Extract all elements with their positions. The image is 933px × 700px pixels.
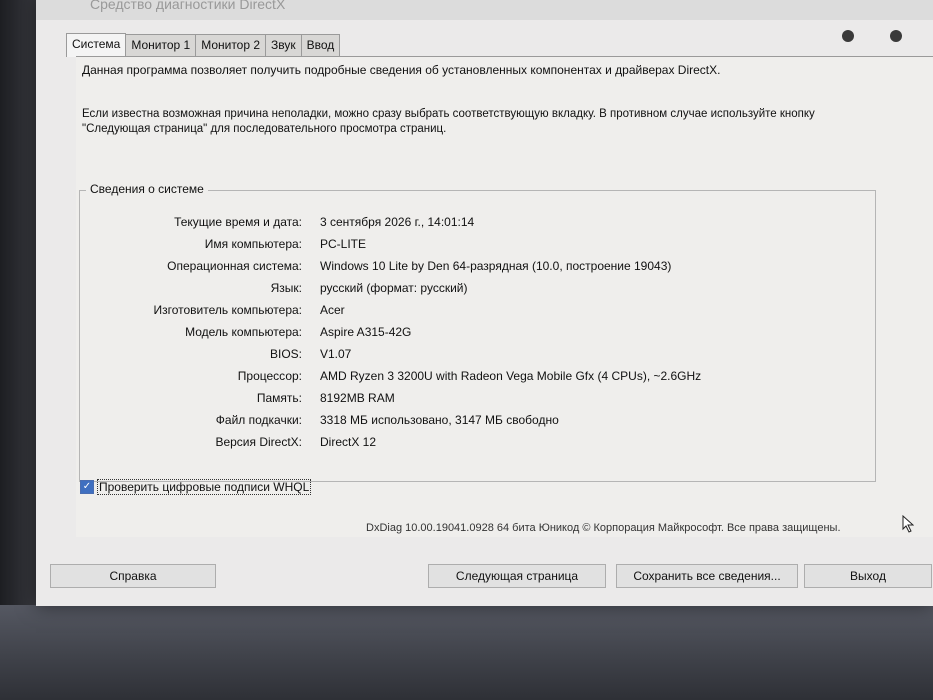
minimize-icon[interactable] — [842, 30, 854, 42]
mouse-cursor-icon — [902, 515, 914, 533]
close-icon[interactable] — [890, 30, 902, 42]
copyright-footer: DxDiag 10.00.19041.0928 64 бита Юникод ©… — [366, 522, 841, 534]
tab-system[interactable]: Система — [66, 33, 127, 57]
intro-hint-text: Если известна возможная причина неполадк… — [82, 108, 815, 135]
info-value: 3 сентября 2026 г., 14:01:14 — [320, 215, 475, 229]
whql-checkbox-row[interactable]: ✓ Проверить цифровые подписи WHQL — [80, 479, 312, 495]
tab-monitor-2[interactable]: Монитор 2 — [195, 34, 267, 56]
tab-sound[interactable]: Звук — [265, 34, 302, 56]
info-row-model: Модель компьютера: Aspire A315-42G — [80, 325, 860, 343]
title-bar: Средство диагностики DirectX — [36, 0, 933, 20]
info-label: Модель компьютера: — [185, 325, 302, 339]
save-all-button[interactable]: Сохранить все сведения... — [616, 564, 798, 588]
info-value: Acer — [320, 303, 345, 317]
whql-checkbox-label[interactable]: Проверить цифровые подписи WHQL — [97, 479, 312, 495]
info-row-datetime: Текущие время и дата: 3 сентября 2026 г.… — [80, 215, 860, 233]
info-row-computer-name: Имя компьютера: PC-LITE — [80, 237, 860, 255]
info-value: Windows 10 Lite by Den 64-разрядная (10.… — [320, 259, 672, 273]
info-value: DirectX 12 — [320, 435, 377, 449]
tab-bar: Система Монитор 1 Монитор 2 Звук Ввод — [66, 30, 341, 57]
info-row-bios: BIOS: V1.07 — [80, 347, 860, 365]
screen-bezel — [0, 605, 933, 700]
info-label: Процессор: — [237, 369, 302, 383]
info-value: 3318 МБ использовано, 3147 МБ свободно — [320, 413, 559, 427]
info-label: Текущие время и дата: — [174, 215, 302, 229]
dxdiag-window: Средство диагностики DirectX Система Мон… — [36, 0, 933, 606]
info-label: Имя компьютера: — [204, 237, 302, 251]
whql-checkbox[interactable]: ✓ — [80, 480, 94, 494]
info-row-page-file: Файл подкачки: 3318 МБ использовано, 314… — [80, 413, 860, 431]
desk-background — [0, 0, 40, 700]
exit-button[interactable]: Выход — [804, 564, 932, 588]
info-row-os: Операционная система: Windows 10 Lite by… — [80, 259, 860, 277]
info-label: Файл подкачки: — [215, 413, 302, 427]
info-row-directx-version: Версия DirectX: DirectX 12 — [80, 435, 860, 453]
system-tab-panel: Данная программа позволяет получить подр… — [76, 56, 933, 537]
info-label: BIOS: — [269, 347, 302, 361]
intro-text: Данная программа позволяет получить подр… — [82, 63, 721, 77]
info-row-language: Язык: русский (формат: русский) — [80, 281, 860, 299]
info-value: 8192MB RAM — [320, 391, 395, 405]
info-row-manufacturer: Изготовитель компьютера: Acer — [80, 303, 860, 321]
info-row-memory: Память: 8192MB RAM — [80, 391, 860, 409]
tab-input[interactable]: Ввод — [300, 34, 341, 56]
info-value: Aspire A315-42G — [320, 325, 412, 339]
info-value: AMD Ryzen 3 3200U with Radeon Vega Mobil… — [320, 369, 702, 383]
system-info-title: Сведения о системе — [86, 182, 208, 196]
window-title: Средство диагностики DirectX — [90, 0, 286, 12]
system-info-group: Сведения о системе Текущие время и дата:… — [79, 182, 876, 482]
info-label: Память: — [256, 391, 302, 405]
info-value: PC-LITE — [320, 237, 367, 251]
next-page-button[interactable]: Следующая страница — [428, 564, 606, 588]
info-label: Операционная система: — [167, 259, 302, 273]
help-button[interactable]: Справка — [50, 564, 216, 588]
info-label: Изготовитель компьютера: — [153, 303, 303, 317]
tab-monitor-1[interactable]: Монитор 1 — [125, 34, 197, 56]
info-value: V1.07 — [320, 347, 352, 361]
info-value: русский (формат: русский) — [320, 281, 468, 295]
info-label: Язык: — [270, 281, 302, 295]
info-row-processor: Процессор: AMD Ryzen 3 3200U with Radeon… — [80, 369, 860, 387]
info-label: Версия DirectX: — [215, 435, 302, 449]
